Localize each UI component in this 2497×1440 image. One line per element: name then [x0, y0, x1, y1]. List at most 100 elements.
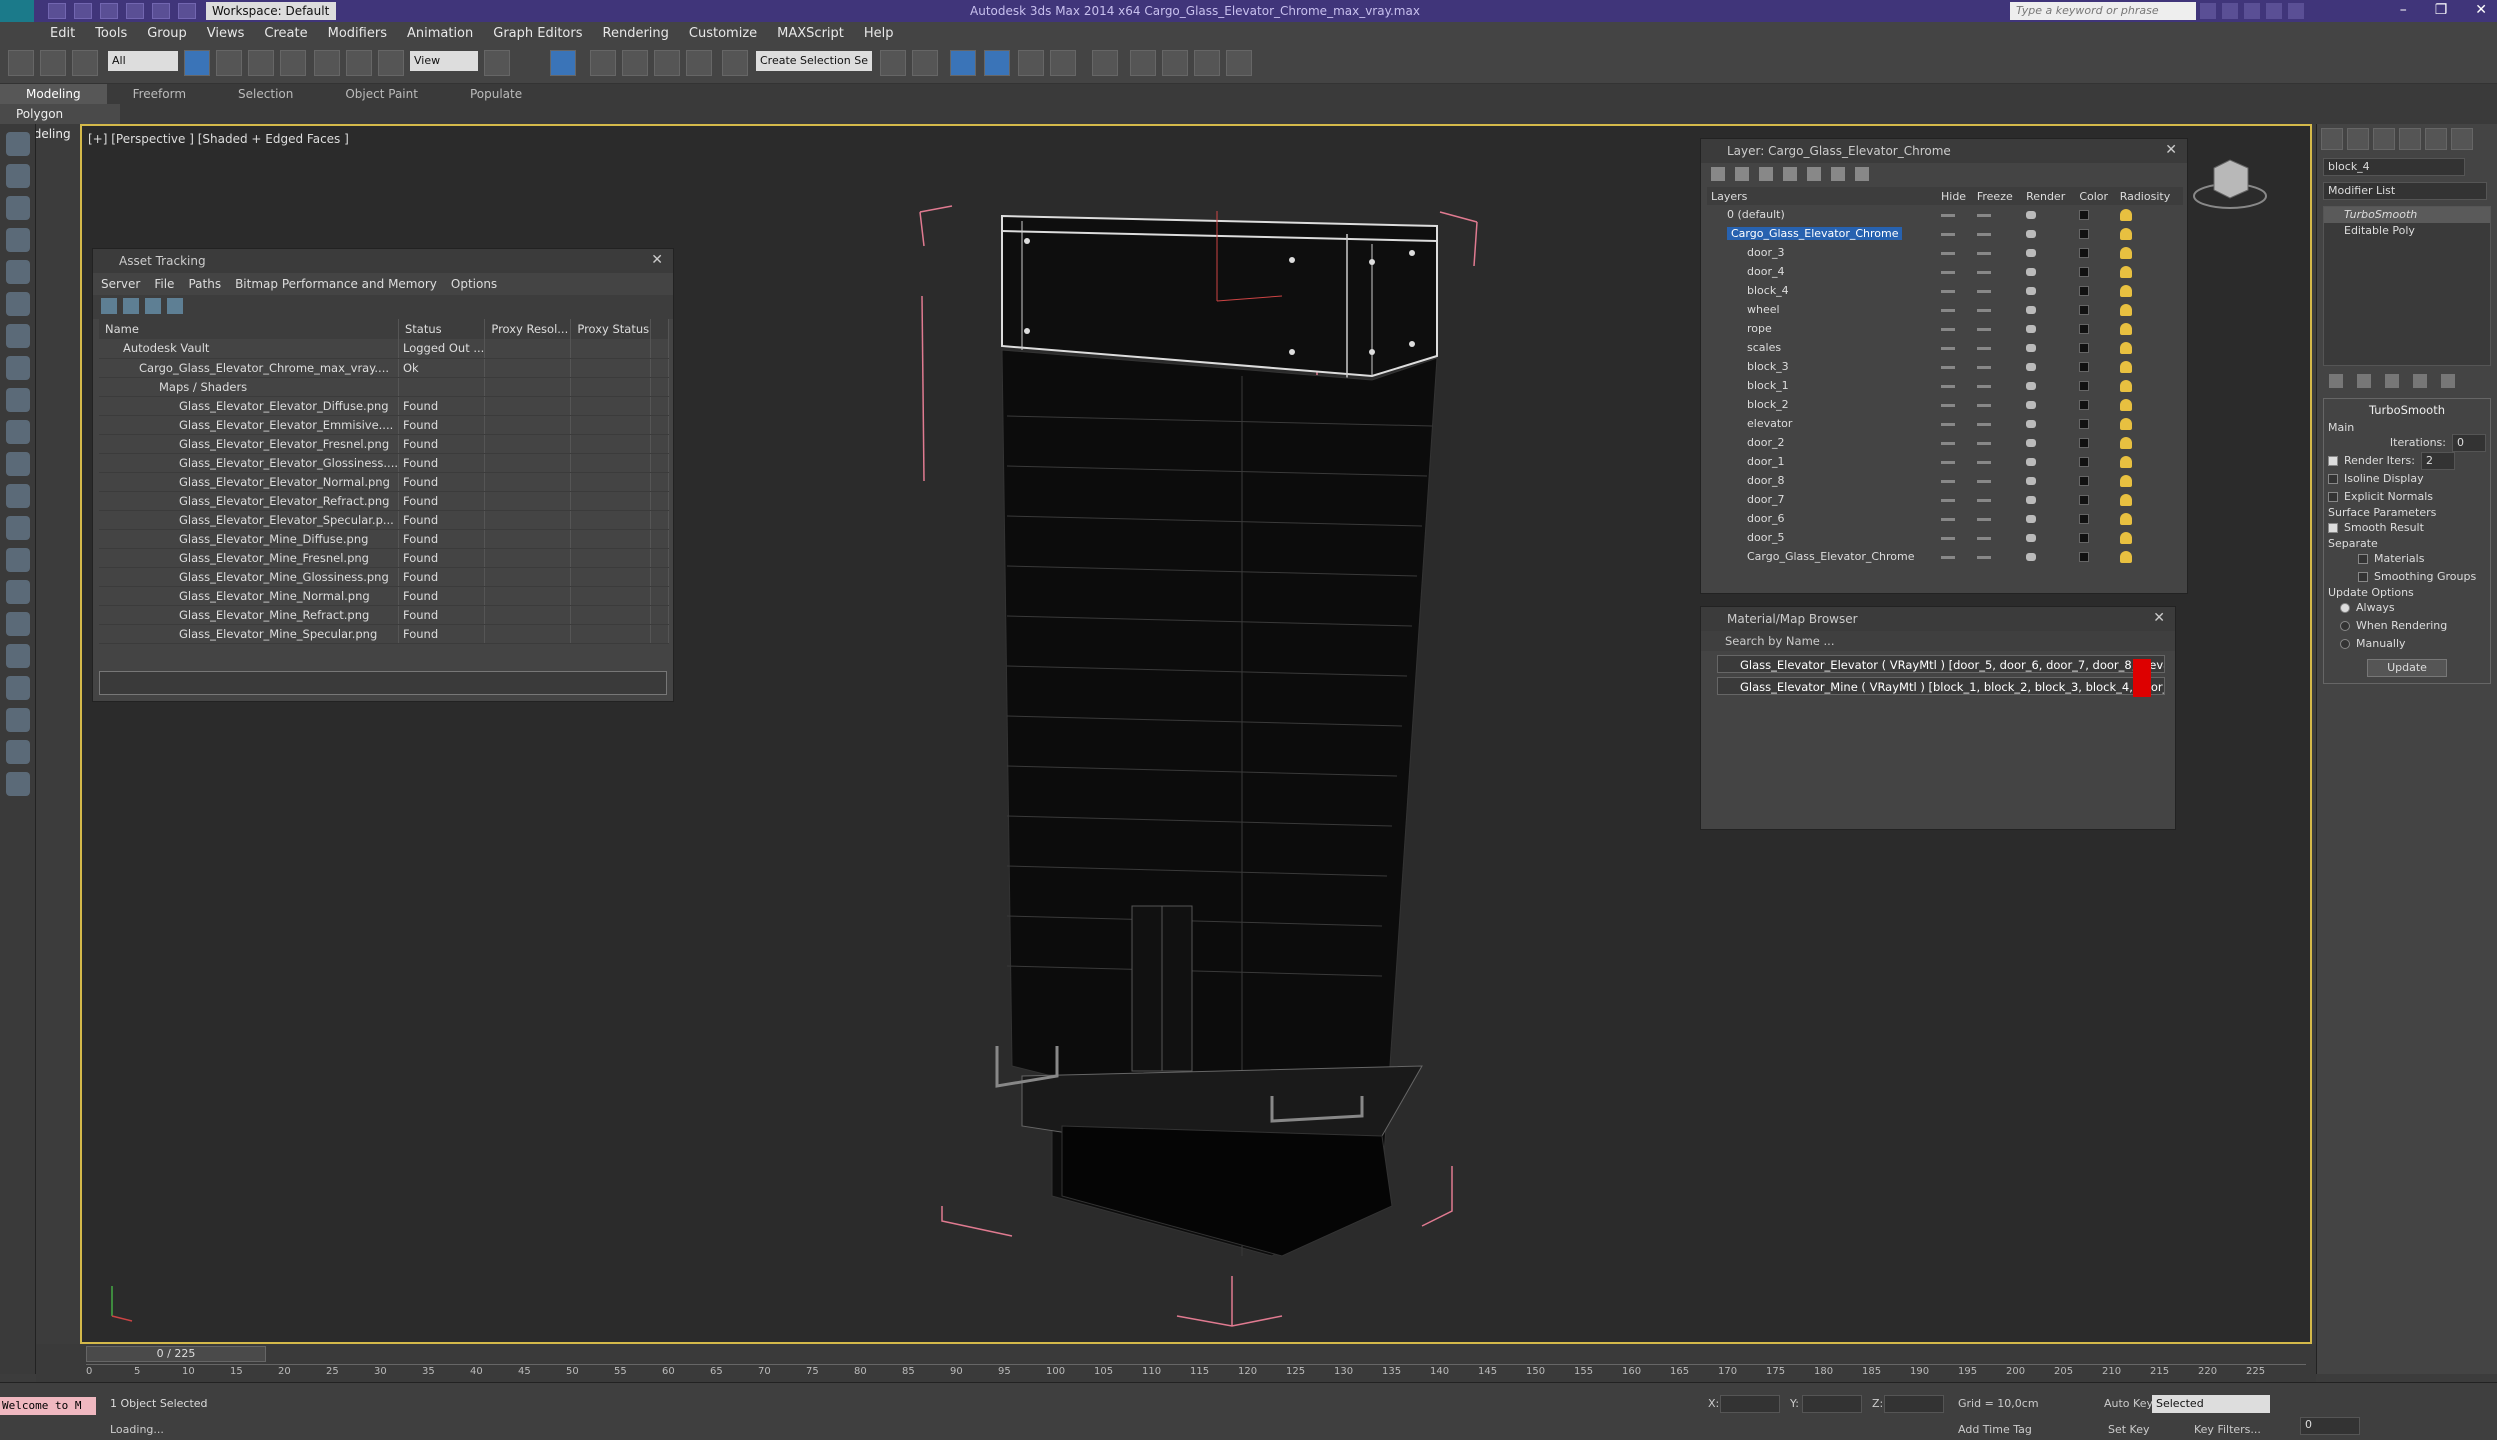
render-teapot-icon[interactable]	[2026, 230, 2037, 238]
render-iters-checkbox[interactable]	[2328, 456, 2338, 466]
table-row[interactable]: Maps / Shaders	[99, 377, 669, 397]
color-swatch[interactable]	[2079, 248, 2090, 258]
color-swatch[interactable]	[2079, 419, 2090, 429]
freeze-toggle[interactable]	[1976, 403, 1991, 407]
key-filters-button[interactable]: Key Filters...	[2194, 1423, 2261, 1436]
color-swatch[interactable]	[2079, 305, 2090, 315]
polygon-modeling-panel[interactable]: Polygon Modeling	[0, 104, 120, 141]
hide-toggle[interactable]	[1941, 327, 1955, 331]
table-row[interactable]: Autodesk Vault Logged Out ...	[99, 339, 669, 359]
configure-sets-icon[interactable]	[2441, 374, 2455, 388]
percent-snap-icon[interactable]	[654, 50, 680, 76]
info-icon[interactable]	[6, 772, 30, 796]
menu-group[interactable]: Group	[147, 26, 187, 41]
hide-toggle[interactable]	[1941, 308, 1955, 312]
update-button[interactable]: Update	[2367, 659, 2447, 677]
color-swatch[interactable]	[2079, 286, 2090, 296]
set-key-button[interactable]: Set Key	[2108, 1423, 2150, 1436]
layers-icon[interactable]	[1711, 167, 1725, 181]
named-selection-set-dropdown[interactable]: Create Selection Se	[756, 51, 872, 71]
save-file-icon[interactable]	[100, 3, 118, 19]
menu-help[interactable]: Help	[864, 26, 894, 41]
layer-row[interactable]: door_3	[1707, 243, 2183, 262]
menu-paths[interactable]: Paths	[188, 277, 221, 291]
render-production-icon[interactable]	[1194, 50, 1220, 76]
mirror-icon[interactable]	[880, 50, 906, 76]
render-teapot-icon[interactable]	[2026, 382, 2037, 390]
freeze-toggle[interactable]	[1976, 270, 1991, 274]
track-bar[interactable]: 0 5 10 15 20 25 30 35 40 45 50 55 60 65 70 75 80 85 90 95 10…	[86, 1364, 2306, 1380]
layer-row[interactable]: door_7	[1707, 490, 2183, 509]
curve-editor-icon[interactable]	[1018, 50, 1044, 76]
snap-toggle-icon[interactable]	[590, 50, 616, 76]
freeze-toggle[interactable]	[1976, 384, 1991, 388]
tab-selection[interactable]: Selection	[212, 84, 319, 104]
manually-radio[interactable]	[2340, 639, 2350, 649]
radiosity-bulb-icon[interactable]	[2119, 475, 2132, 487]
particle-icon[interactable]	[6, 548, 30, 572]
layer-manager-icon[interactable]	[950, 50, 976, 76]
menu-animation[interactable]: Animation	[407, 26, 473, 41]
freeze-toggle[interactable]	[1976, 555, 1991, 559]
schematic-view-icon[interactable]	[1050, 50, 1076, 76]
redo-icon[interactable]	[152, 3, 170, 19]
table-row[interactable]: Cargo_Glass_Elevator_Chrome_max_vray....…	[99, 358, 669, 378]
radiosity-bulb-icon[interactable]	[2119, 494, 2132, 506]
freeze-toggle[interactable]	[1976, 441, 1991, 445]
edit-named-sets-icon[interactable]	[722, 50, 748, 76]
hide-toggle[interactable]	[1941, 232, 1955, 236]
add-layer-icon[interactable]	[1759, 167, 1773, 181]
hide-toggle[interactable]	[1941, 498, 1955, 502]
rect-selection-icon[interactable]	[248, 50, 274, 76]
col-layers[interactable]: Layers	[1707, 187, 1937, 205]
render-teapot-icon[interactable]	[2026, 420, 2037, 428]
layer-row[interactable]: 0 (default)	[1707, 205, 2183, 224]
undo-icon[interactable]	[126, 3, 144, 19]
table-row[interactable]: Glass_Elevator_Elevator_Glossiness.... Fo…	[99, 453, 669, 473]
radiosity-bulb-icon[interactable]	[2119, 399, 2132, 411]
smoothing-groups-checkbox[interactable]	[2358, 572, 2368, 582]
modifier-list-dropdown[interactable]: Modifier List	[2323, 182, 2487, 200]
layer-row[interactable]: block_4	[1707, 281, 2183, 300]
render-teapot-icon[interactable]	[2026, 363, 2037, 371]
teapot-icon[interactable]	[6, 132, 30, 156]
open-file-icon[interactable]	[74, 3, 92, 19]
close-icon[interactable]: ✕	[2475, 2, 2487, 18]
link-icon[interactable]	[8, 50, 34, 76]
current-frame-field[interactable]: 0	[2300, 1417, 2360, 1435]
table-row[interactable]: Glass_Elevator_Mine_Normal.png Found	[99, 586, 669, 606]
color-swatch[interactable]	[2079, 343, 2090, 353]
color-swatch[interactable]	[2079, 381, 2090, 391]
close-icon[interactable]: ✕	[2153, 610, 2165, 626]
hide-toggle[interactable]	[1941, 479, 1955, 483]
iterations-spinner[interactable]: 0	[2452, 434, 2486, 452]
render-iters-spinner[interactable]: 2	[2420, 452, 2455, 470]
table-row[interactable]: Glass_Elevator_Mine_Refract.png Found	[99, 605, 669, 625]
globe-icon[interactable]	[6, 644, 30, 668]
highlight-icon[interactable]	[1807, 167, 1821, 181]
pin-stack-icon[interactable]	[2329, 374, 2343, 388]
render-teapot-icon[interactable]	[2026, 496, 2037, 504]
close-icon[interactable]: ✕	[2165, 142, 2177, 158]
always-radio[interactable]	[2340, 603, 2350, 613]
hide-all-icon[interactable]	[1831, 167, 1845, 181]
restore-icon[interactable]: ❐	[2435, 2, 2448, 18]
rotate-icon[interactable]	[346, 50, 372, 76]
col-render[interactable]: Render	[2022, 187, 2076, 205]
detail-view-icon[interactable]	[145, 298, 161, 314]
material-search-input[interactable]: Search by Name ...	[1701, 631, 2175, 651]
ribbon-toggle-icon[interactable]	[984, 50, 1010, 76]
render-iterative-icon[interactable]	[1226, 50, 1252, 76]
menu-maxscript[interactable]: MAXScript	[777, 26, 844, 41]
col-color[interactable]: Color	[2075, 187, 2116, 205]
window-crossing-icon[interactable]	[280, 50, 306, 76]
color-swatch[interactable]	[2079, 438, 2090, 448]
render-teapot-icon[interactable]	[2026, 211, 2037, 219]
radiosity-bulb-icon[interactable]	[2119, 418, 2132, 430]
select-object-icon[interactable]	[184, 50, 210, 76]
y-coord-field[interactable]	[1802, 1395, 1862, 1413]
motion-tab-icon[interactable]	[2399, 128, 2421, 150]
freeze-toggle[interactable]	[1976, 422, 1991, 426]
z-coord-field[interactable]	[1884, 1395, 1944, 1413]
freeze-toggle[interactable]	[1976, 213, 1991, 217]
